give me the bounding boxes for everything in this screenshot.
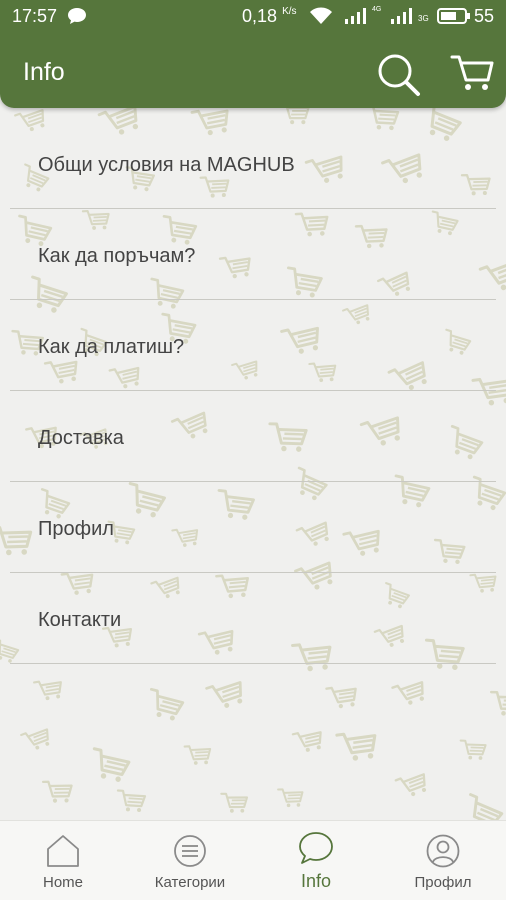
nav-label: Профил [414,874,472,891]
menu-item-label: Как да поръчам? [38,245,196,267]
pattern-cart-icon [115,789,147,814]
pattern-cart-icon [41,780,73,805]
pattern-cart-icon [489,690,506,718]
status-time: 17:57 [12,6,58,26]
menu-item-label: Как да платиш? [38,336,185,358]
page-title: Info [23,58,65,86]
pattern-cart-icon [20,724,54,755]
pattern-cart-icon [183,744,212,767]
top-bar: 17:57 0,18 K/s 4G 3G 55 Info [0,0,506,108]
nav-label: Info [300,871,332,891]
nav-label: Home [42,874,83,891]
home-icon [47,835,79,867]
pattern-cart-icon [291,727,326,756]
nav-home[interactable]: Home [14,821,112,900]
network-type-3g: 3G [418,14,429,23]
signal-strength-icon [391,8,412,24]
cart-icon[interactable] [450,52,494,94]
info-menu-list: Общи условия на MAGHUB Как да поръчам? К… [0,118,506,664]
menu-item-profile[interactable]: Профил [10,482,496,573]
menu-item-how-to-order[interactable]: Как да поръчам? [10,209,496,300]
nav-info[interactable]: Info [276,821,356,900]
menu-item-label: Общи условия на MAGHUB [38,154,295,176]
menu-item-label: Доставка [38,427,124,449]
categories-icon [174,835,206,867]
pattern-cart-icon [391,676,429,710]
menu-item-delivery[interactable]: Доставка [10,391,496,482]
pattern-cart-icon [458,793,506,820]
pattern-cart-icon [33,677,65,703]
pattern-cart-icon [205,676,248,714]
menu-item-label: Профил [38,518,114,540]
menu-item-terms[interactable]: Общи условия на MAGHUB [10,118,496,209]
pattern-cart-icon [86,747,132,785]
search-icon[interactable] [376,52,422,98]
message-notification-icon [68,8,86,24]
network-speed: 0,18 K/s [242,6,297,26]
bottom-navigation: Home Категории Info Профил [0,820,506,900]
pattern-cart-icon [335,728,380,765]
menu-item-label: Контакти [38,609,122,631]
pattern-cart-icon [277,787,304,809]
menu-item-how-to-pay[interactable]: Как да платиш? [10,300,496,391]
wifi-icon [310,7,332,24]
pattern-cart-icon [458,739,487,762]
pattern-cart-icon [325,683,360,712]
nav-label: Категории [154,874,226,891]
network-type-4g: 4G [372,6,382,13]
pattern-cart-icon [143,687,186,724]
signal-strength-icon [345,8,366,24]
pattern-cart-icon [394,769,431,802]
menu-item-contacts[interactable]: Контакти [10,573,496,664]
status-bar: 17:57 0,18 K/s 4G 3G 55 [0,0,506,34]
nav-categories[interactable]: Категории [136,821,244,900]
battery-icon [437,8,470,24]
nav-profile[interactable]: Профил [394,821,492,900]
battery-percent: 55 [474,6,495,26]
pattern-cart-icon [220,792,249,814]
user-icon [426,834,460,868]
chat-bubble-icon [299,832,333,864]
